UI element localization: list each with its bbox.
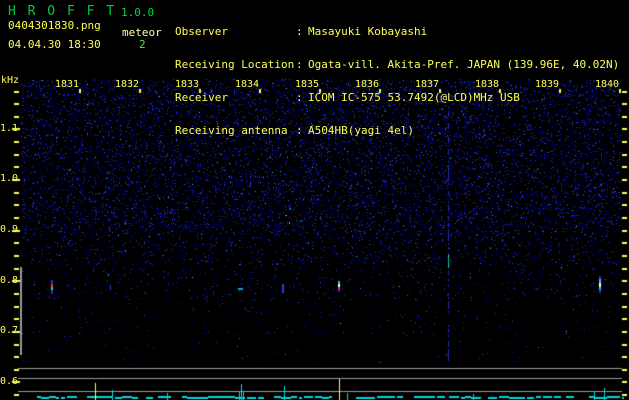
info-label: Receiving antenna [175,125,288,136]
freq-label-1-0: 1.0 [0,173,19,184]
time-label-1831: 1831 [55,79,80,90]
time-label-1837: 1837 [415,79,440,90]
freq-label-0-6: 0.6 [0,376,19,387]
app-version: 1.0.0 [121,6,155,19]
meteor-count: 2 [139,38,146,51]
time-label-1833: 1833 [175,79,200,90]
time-label-1840: 1840 [595,79,620,90]
info-row-observer: Observer: Masayuki Kobayashi [175,26,619,37]
output-filename: 0404301830.png [8,19,101,32]
info-label: Receiving Location [175,59,295,70]
freq-label-0-7: 0.7 [0,325,19,336]
freq-label-1-1: 1.1 [0,123,19,134]
info-value: A504HB(yagi 4el) [308,124,414,137]
time-label-1838: 1838 [475,79,500,90]
info-value: Ogata-vill. Akita-Pref. JAPAN (139.96E, … [308,58,620,71]
y-axis-unit-label: kHz [1,75,20,86]
time-label-1835: 1835 [295,79,320,90]
freq-label-0-8: 0.8 [0,275,19,286]
info-colon: : [296,124,303,137]
info-row-location: Receiving Location: Ogata-vill. Akita-Pre… [175,59,619,70]
observation-datetime: 04.04.30 18:30 [8,38,101,51]
info-colon: : [296,91,303,104]
info-label: Receiver [175,92,228,103]
info-colon: : [296,25,303,38]
app-title: H R O F F T [8,4,117,19]
info-value: Masayuki Kobayashi [308,25,428,38]
time-label-1832: 1832 [115,79,140,90]
hrofft-spectrogram-screen: H R O F F T 1.0.0 0404301830.png meteor … [0,0,629,400]
info-row-receiver: Receiver: ICOM IC-575 53.7492(@LCD)MHz US… [175,92,619,103]
info-label: Observer [175,26,228,37]
info-row-antenna: Receiving antenna: A504HB(yagi 4el) [175,125,619,136]
info-value: ICOM IC-575 53.7492(@LCD)MHz USB [308,91,520,104]
time-label-1839: 1839 [535,79,560,90]
time-label-1836: 1836 [355,79,380,90]
freq-label-0-9: 0.9 [0,224,19,235]
time-label-1834: 1834 [235,79,260,90]
info-colon: : [296,58,303,71]
